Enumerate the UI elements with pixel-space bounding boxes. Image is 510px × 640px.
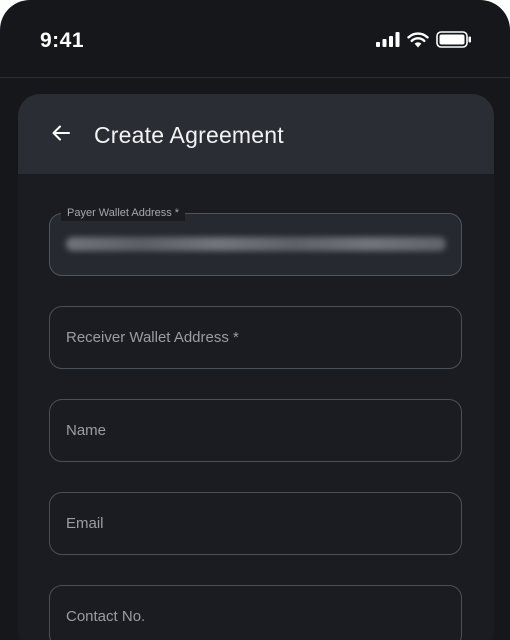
email-input[interactable]: [50, 493, 461, 554]
wifi-icon: [407, 31, 429, 53]
email-field[interactable]: [49, 492, 462, 555]
agreement-form-card: Create Agreement Payer Wallet Address *: [18, 94, 494, 640]
status-bar: 9:41: [0, 0, 510, 78]
contact-input[interactable]: [50, 586, 461, 640]
phone-screen: 9:41 Create Agreement Payer Wallet Addre…: [0, 0, 510, 640]
battery-icon: [436, 31, 472, 53]
arrow-left-icon: [51, 124, 71, 147]
payer-wallet-label: Payer Wallet Address *: [61, 205, 186, 221]
payer-wallet-field[interactable]: Payer Wallet Address *: [49, 205, 462, 276]
status-time: 9:41: [40, 29, 85, 52]
card-header: Create Agreement: [18, 94, 494, 174]
status-icons: [376, 31, 472, 53]
payer-wallet-value: [66, 237, 446, 251]
receiver-wallet-field[interactable]: [49, 306, 462, 369]
receiver-wallet-input[interactable]: [50, 307, 461, 368]
page-title: Create Agreement: [94, 122, 284, 148]
name-field[interactable]: [49, 399, 462, 462]
back-button[interactable]: [46, 120, 76, 150]
cellular-signal-icon: [376, 32, 400, 52]
contact-field[interactable]: [49, 585, 462, 640]
name-input[interactable]: [50, 400, 461, 461]
